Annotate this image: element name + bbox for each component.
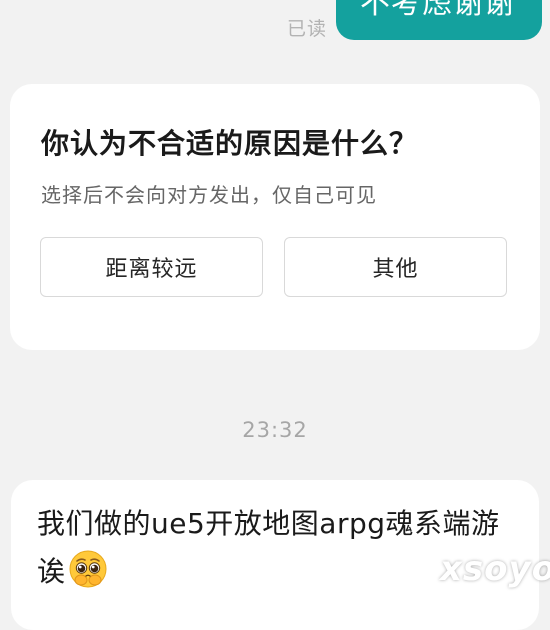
message-timestamp: 23:32 [242, 418, 308, 442]
outgoing-message-bubble[interactable]: 不考虑谢谢 [336, 0, 542, 40]
feedback-card-subtitle: 选择后不会向对方发出，仅自己可见 [41, 183, 377, 207]
pleading-face-icon [68, 549, 108, 589]
read-receipt: 已读 [287, 18, 328, 40]
feedback-card-title: 你认为不合适的原因是什么？ [41, 127, 419, 160]
reason-option-other-button[interactable]: 其他 [284, 237, 507, 297]
feedback-card: 你认为不合适的原因是什么？ 选择后不会向对方发出，仅自己可见 距离较远 其他 [10, 84, 540, 350]
watermark-text: xsoyo [440, 549, 550, 589]
outgoing-message-text: 不考虑谢谢 [360, 0, 515, 21]
reason-option-distance-button[interactable]: 距离较远 [40, 237, 263, 297]
